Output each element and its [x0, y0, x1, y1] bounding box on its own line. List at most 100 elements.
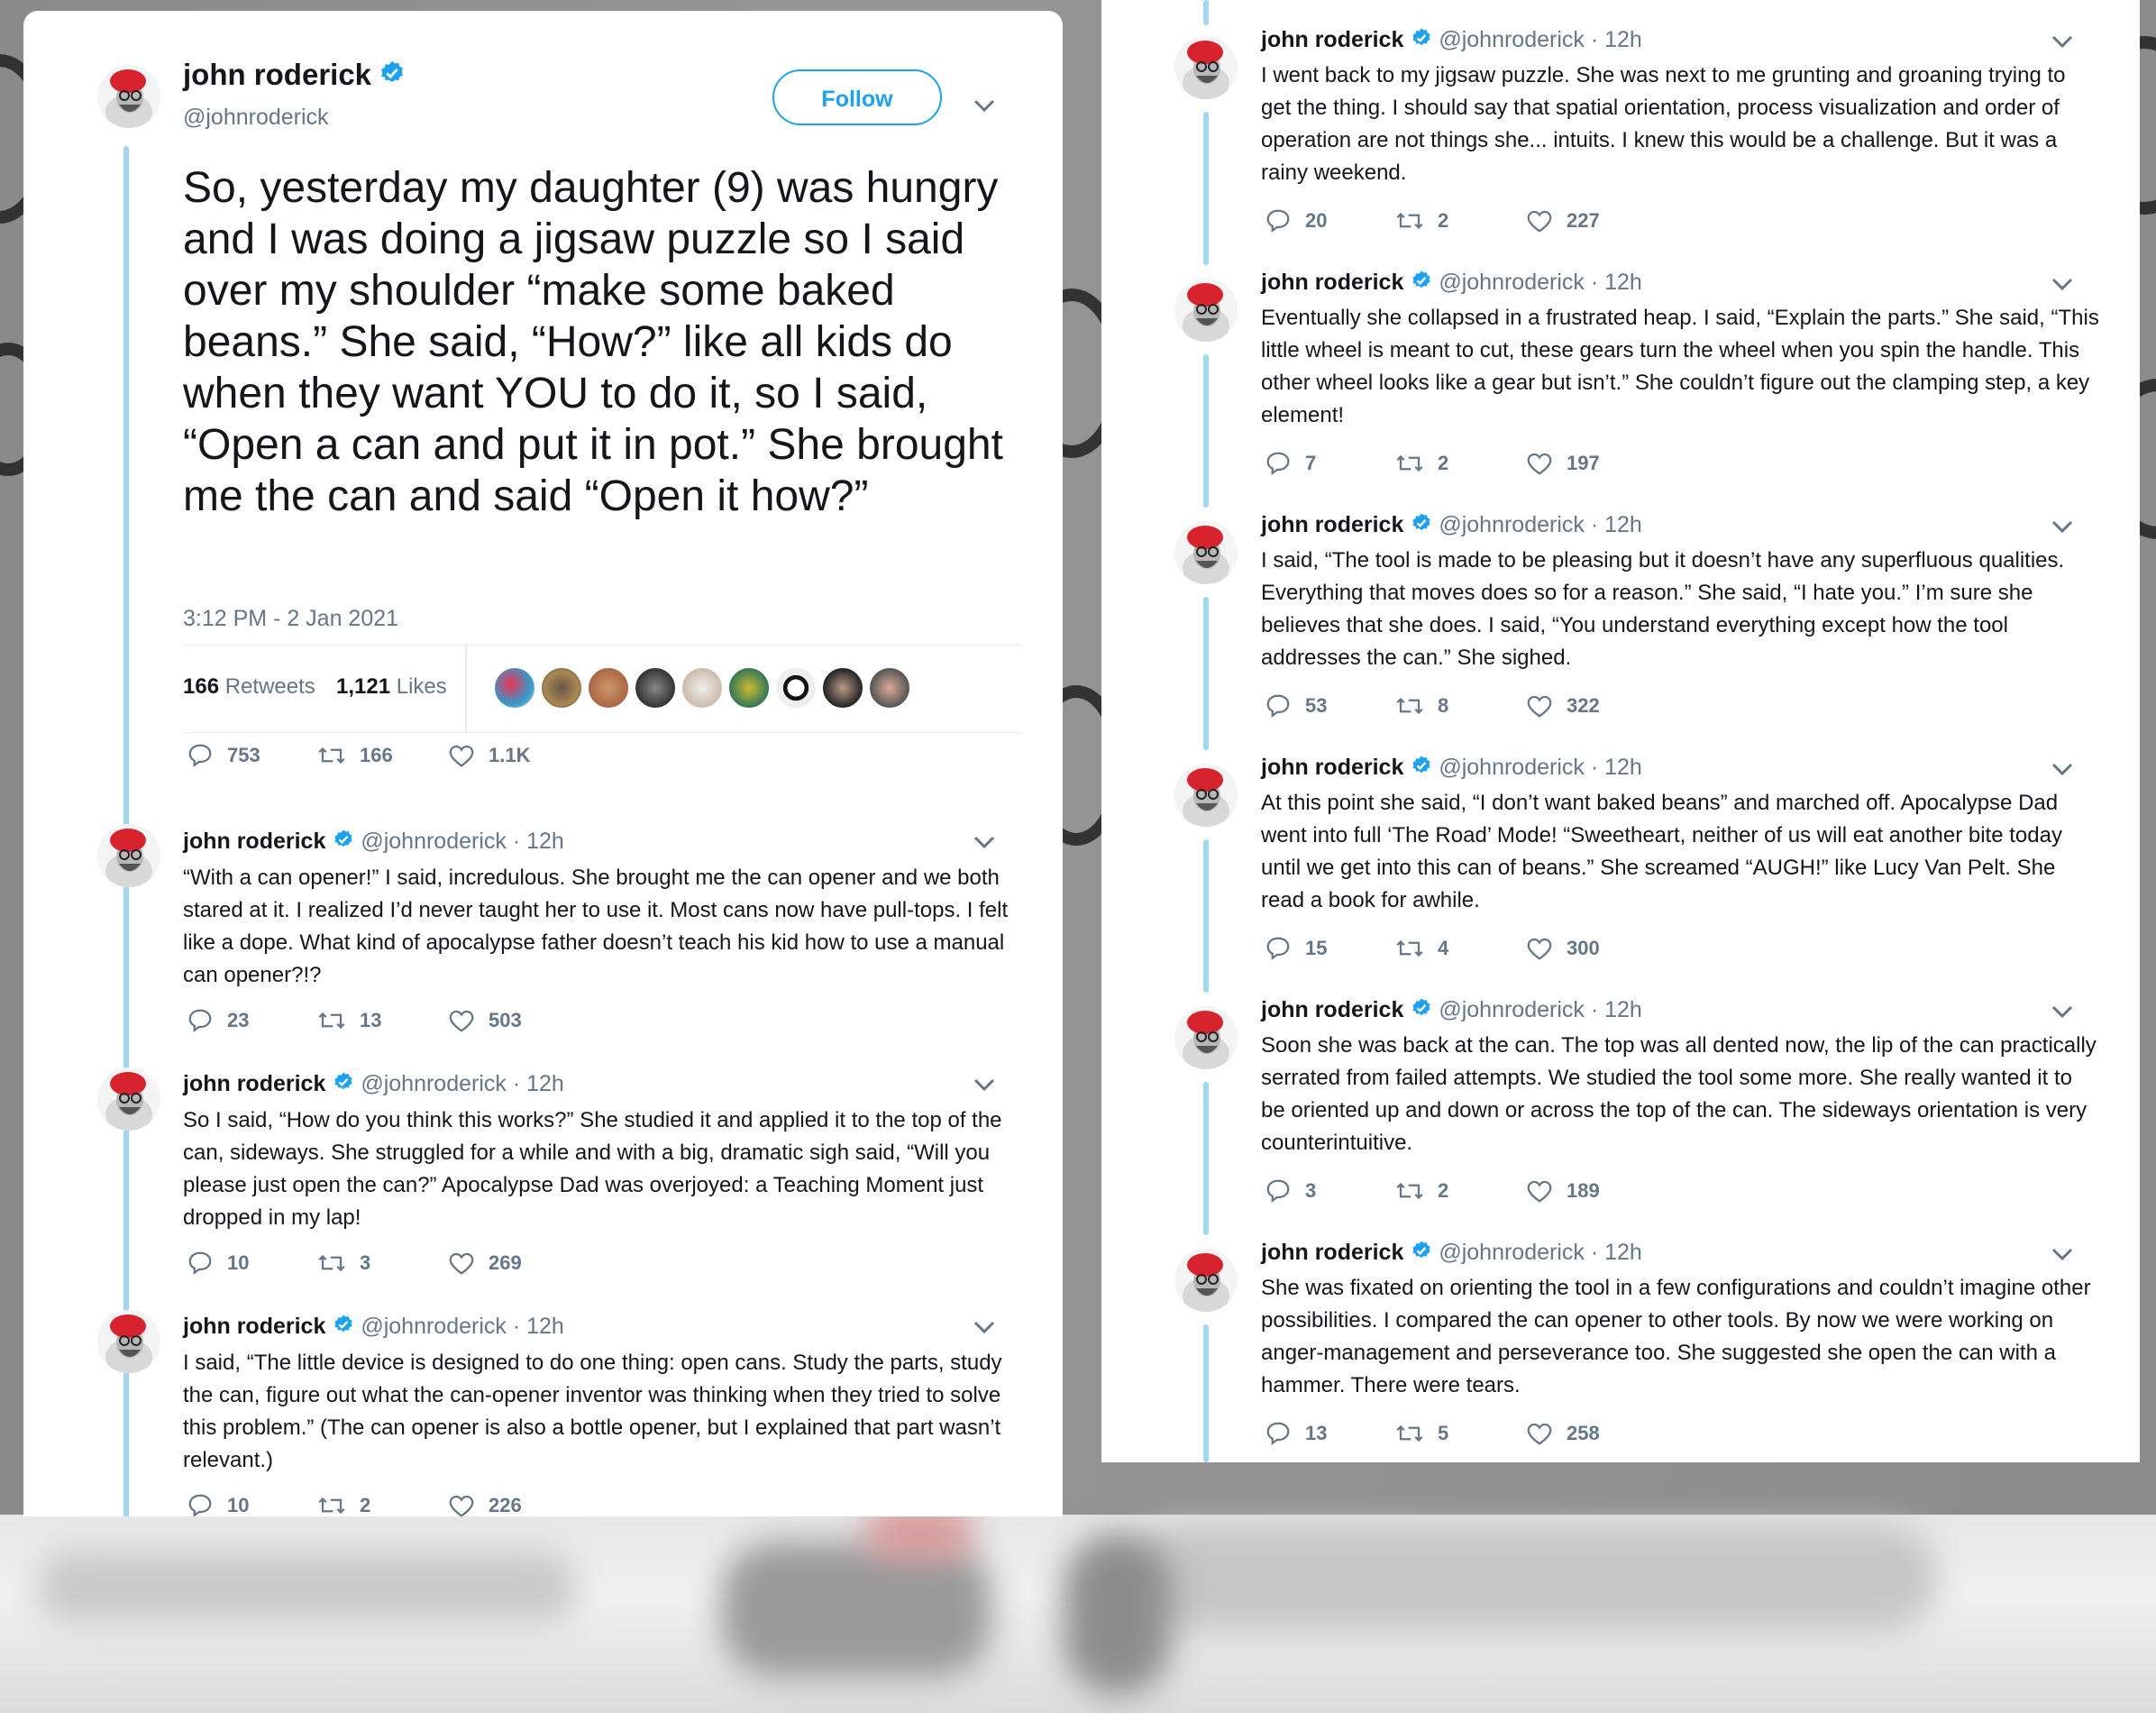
reply-header[interactable]: john roderick @johnroderick · 12h [1261, 997, 1642, 1025]
reply-button[interactable]: 7 [1264, 450, 1316, 477]
thread-line [1203, 839, 1209, 993]
thread-line [1203, 1082, 1209, 1235]
tweet-timestamp[interactable]: 3:12 PM - 2 Jan 2021 [183, 606, 398, 632]
like-button[interactable]: 322 [1525, 692, 1600, 719]
author-name[interactable]: john roderick [183, 58, 406, 94]
avatar[interactable] [1174, 1249, 1238, 1312]
like-button[interactable]: 1.1K [447, 742, 530, 769]
reply-header[interactable]: john roderick @johnroderick · 12h [1261, 512, 1642, 540]
avatar[interactable] [1174, 1006, 1238, 1069]
reply-text: I said, “The little device is designed t… [183, 1351, 1002, 1472]
likes-stat[interactable]: 1,121 Likes [336, 674, 447, 700]
chevron-down-icon[interactable] [972, 1318, 997, 1336]
verified-badge-icon [379, 60, 406, 94]
reply-header[interactable]: john roderick @johnroderick · 12h [1261, 27, 1642, 55]
avatar-icon [1174, 279, 1238, 342]
reply-header[interactable]: john roderick @johnroderick · 12h [1261, 270, 1642, 298]
liker-avatar[interactable] [541, 667, 582, 709]
liker-avatar[interactable] [681, 667, 723, 709]
reply-actions: 23 13 503 [186, 1007, 726, 1038]
avatar[interactable] [97, 65, 160, 128]
reply-actions: 10 2 226 [186, 1492, 726, 1516]
like-icon [1527, 938, 1552, 960]
like-button[interactable]: 503 [447, 1007, 522, 1034]
reply-header[interactable]: john roderick @johnroderick · 12h [183, 829, 564, 856]
reply-header[interactable]: john roderick @johnroderick · 12h [183, 1071, 564, 1099]
chevron-down-icon[interactable] [2050, 1003, 2075, 1021]
chevron-down-icon[interactable] [972, 833, 997, 851]
like-button[interactable]: 300 [1525, 935, 1600, 962]
reply-icon [1266, 209, 1290, 233]
chevron-down-icon[interactable] [2050, 1245, 2075, 1263]
chevron-down-icon[interactable] [972, 1076, 997, 1094]
like-button[interactable]: 258 [1525, 1420, 1600, 1447]
reply-header[interactable]: john roderick @johnroderick · 12h [183, 1314, 564, 1342]
follow-button[interactable]: Follow [772, 69, 942, 125]
liker-avatar[interactable] [588, 667, 629, 709]
reply-button[interactable]: 13 [1264, 1420, 1327, 1447]
liker-avatar[interactable] [728, 667, 770, 709]
avatar[interactable] [97, 1067, 160, 1131]
reply-icon [188, 1251, 212, 1275]
avatar[interactable] [1174, 279, 1238, 342]
chevron-down-icon[interactable] [2050, 275, 2075, 293]
retweet-button[interactable]: 4 [1394, 935, 1448, 962]
reply-button[interactable]: 10 [186, 1492, 249, 1516]
verified-badge-icon [1411, 1240, 1432, 1268]
retweet-icon [1396, 939, 1423, 957]
liker-avatar[interactable] [635, 667, 676, 709]
liker-avatar[interactable] [494, 667, 535, 709]
like-icon [449, 1010, 474, 1032]
liker-avatar[interactable] [775, 667, 817, 709]
avatar[interactable] [1174, 521, 1238, 584]
retweets-stat[interactable]: 166 Retweets [183, 674, 315, 700]
like-button[interactable]: 189 [1525, 1177, 1600, 1205]
retweet-button[interactable]: 2 [1394, 1177, 1448, 1205]
retweet-button[interactable]: 2 [316, 1492, 370, 1516]
like-button[interactable]: 227 [1525, 207, 1600, 234]
verified-badge-icon [333, 1314, 354, 1342]
reply-button[interactable]: 15 [1264, 935, 1327, 962]
like-icon [1527, 453, 1552, 475]
reply-button[interactable]: 10 [186, 1250, 249, 1277]
chevron-down-icon[interactable] [2050, 32, 2075, 50]
author-handle[interactable]: @johnroderick [183, 105, 329, 131]
reply-button[interactable]: 3 [1264, 1177, 1316, 1205]
reply-text: She was fixated on orienting the tool in… [1261, 1276, 2091, 1397]
retweet-button[interactable]: 5 [1394, 1420, 1448, 1447]
like-button[interactable]: 269 [447, 1250, 522, 1277]
retweet-icon [1396, 697, 1423, 715]
liker-avatar[interactable] [822, 667, 863, 709]
like-icon [449, 1252, 474, 1275]
chevron-down-icon[interactable] [972, 96, 997, 115]
retweet-button[interactable]: 3 [316, 1250, 370, 1277]
reply-header[interactable]: john roderick @johnroderick · 12h [1261, 1240, 1642, 1268]
retweet-button[interactable]: 8 [1394, 692, 1448, 719]
chevron-down-icon[interactable] [2050, 518, 2075, 536]
reply-header[interactable]: john roderick @johnroderick · 12h [1261, 755, 1642, 783]
avatar-icon [97, 824, 160, 887]
retweet-button[interactable]: 2 [1394, 450, 1448, 477]
avatar[interactable] [1174, 36, 1238, 99]
retweet-button[interactable]: 13 [316, 1007, 381, 1034]
main-tweet-text: So, yesterday my daughter (9) was hungry… [183, 164, 1003, 520]
avatar[interactable] [1174, 764, 1238, 827]
avatar[interactable] [97, 1310, 160, 1373]
retweet-button[interactable]: 2 [1394, 207, 1448, 234]
like-button[interactable]: 226 [447, 1492, 522, 1516]
reply-button[interactable]: 20 [1264, 207, 1327, 234]
avatar-icon [1174, 764, 1238, 827]
like-button[interactable]: 197 [1525, 450, 1600, 477]
thread-line [1203, 112, 1209, 265]
reply-icon [1266, 1422, 1290, 1445]
retweet-button[interactable]: 166 [316, 742, 393, 769]
reply-button[interactable]: 53 [1264, 692, 1327, 719]
chevron-down-icon[interactable] [2050, 760, 2075, 778]
reply-button[interactable]: 23 [186, 1007, 249, 1034]
avatar[interactable] [97, 824, 160, 887]
like-icon [449, 1495, 474, 1516]
tweet-thread-left: john roderick @johnroderick Follow So, y… [23, 11, 1063, 1516]
reply-button[interactable]: 753 [186, 742, 260, 769]
liker-avatar[interactable] [869, 667, 910, 709]
verified-badge-icon [333, 1071, 354, 1099]
